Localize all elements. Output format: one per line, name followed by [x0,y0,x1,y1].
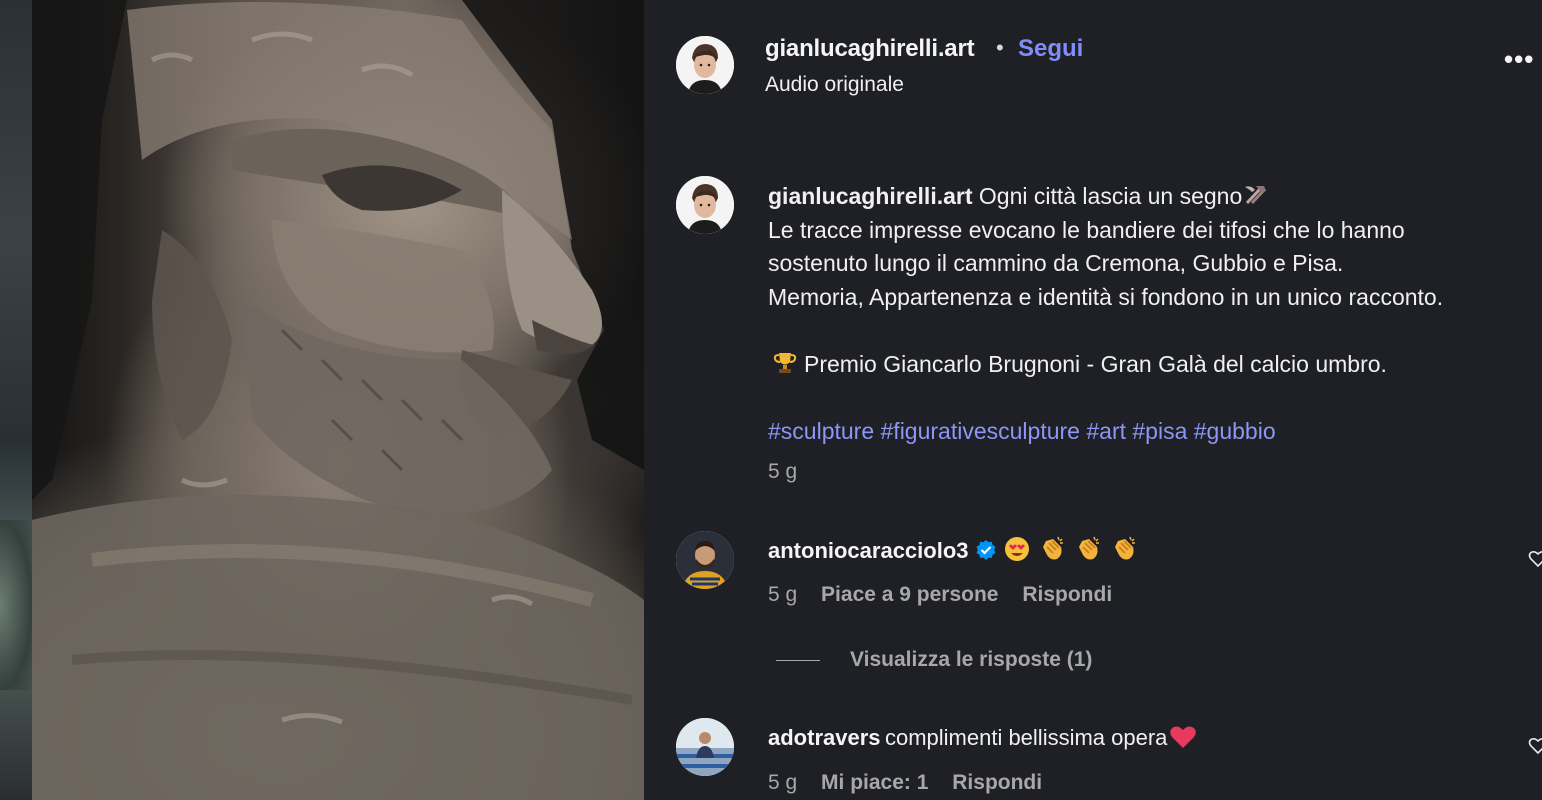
heart-eyes-emoji-icon [1004,537,1029,561]
caption-line-2: Le tracce impresse evocano le bandiere d… [768,216,1405,243]
hammer-pick-icon [1245,186,1267,205]
hashtag-link[interactable]: #gubbio [1194,418,1276,444]
comment-likes-count[interactable]: Mi piace: 1 [821,771,928,794]
reply-button[interactable]: Rispondi [1022,583,1112,606]
red-heart-icon [1170,726,1197,748]
author-username[interactable]: gianlucaghirelli.art [765,35,975,63]
comment-2-meta: 5 g Mi piace: 1 Rispondi [768,771,1060,795]
sculpture-face-shapes [32,0,644,800]
caption-award-text: Premio Giancarlo Brugnoni - Gran Galà de… [804,350,1387,377]
reply-button[interactable]: Rispondi [952,771,1042,794]
post-details-panel: gianlucaghirelli.art • Segui Audio origi… [644,0,1542,800]
trophy-icon [773,352,797,373]
caption-hashtags: #sculpture #figurativesculpture #art #pi… [768,415,1542,449]
comment-2: adotravers complimenti bellissima opera [768,724,1197,751]
avatar-portrait-icon [676,36,734,94]
caption-text-1: Ogni città lascia un segno [978,183,1243,209]
avatar-player-icon [676,531,734,589]
clapping-hands-icon [1114,536,1135,560]
hashtag-link[interactable]: #figurativesculpture [881,418,1080,444]
verified-badge-icon [976,540,996,560]
hashtag-link[interactable]: #sculpture [768,418,874,444]
post-caption: gianlucaghirelli.art Ogni città lascia u… [768,180,1542,448]
author-avatar[interactable] [676,36,734,94]
comment-username[interactable]: adotravers [768,725,881,750]
adjacent-media-strip [0,0,32,800]
more-options-icon[interactable]: ••• [1504,44,1534,75]
replies-divider [776,659,820,661]
hashtag-link[interactable]: #pisa [1132,418,1187,444]
heart-outline-icon[interactable] [1528,549,1542,569]
view-replies-label: Visualizza le risposte (1) [850,648,1093,671]
comment-timestamp[interactable]: 5 g [768,771,797,794]
clapping-hands-icon [1078,536,1099,560]
caption-author-avatar[interactable] [676,176,734,234]
caption-username[interactable]: gianlucaghirelli.art [768,183,973,209]
caption-line-3: sostenuto lungo il cammino da Cremona, G… [768,250,1344,276]
post-media[interactable] [0,0,644,800]
comment-1-meta: 5 g Piace a 9 persone Rispondi [768,583,1130,607]
comment-timestamp[interactable]: 5 g [768,583,797,606]
caption-award-line: Premio Giancarlo Brugnoni - Gran Galà de… [768,348,1542,382]
heart-outline-icon[interactable] [1528,736,1542,756]
commenter-avatar[interactable] [676,531,734,589]
avatar-portrait-icon [676,176,734,234]
caption-line-4: Memoria, Appartenenza e identità si fond… [768,283,1444,310]
comment-1: antoniocaracciolo3 [768,535,1139,564]
clapping-hands-icon [1042,536,1063,560]
commenter-avatar[interactable] [676,718,734,776]
caption-line-1: gianlucaghirelli.art Ogni città lascia u… [768,180,1542,214]
audio-label[interactable]: Audio originale [765,73,904,97]
caption-timestamp[interactable]: 5 g [768,460,797,484]
view-replies-button[interactable]: Visualizza le risposte (1) [776,648,1092,672]
separator-dot: • [996,35,1004,60]
avatar-photo-icon [676,718,734,776]
comment-username[interactable]: antoniocaracciolo3 [768,538,969,563]
comment-likes-count[interactable]: Piace a 9 persone [821,583,998,606]
hashtag-link[interactable]: #art [1086,418,1126,444]
comment-text: complimenti bellissima opera [884,725,1168,750]
follow-button[interactable]: Segui [1018,35,1083,63]
